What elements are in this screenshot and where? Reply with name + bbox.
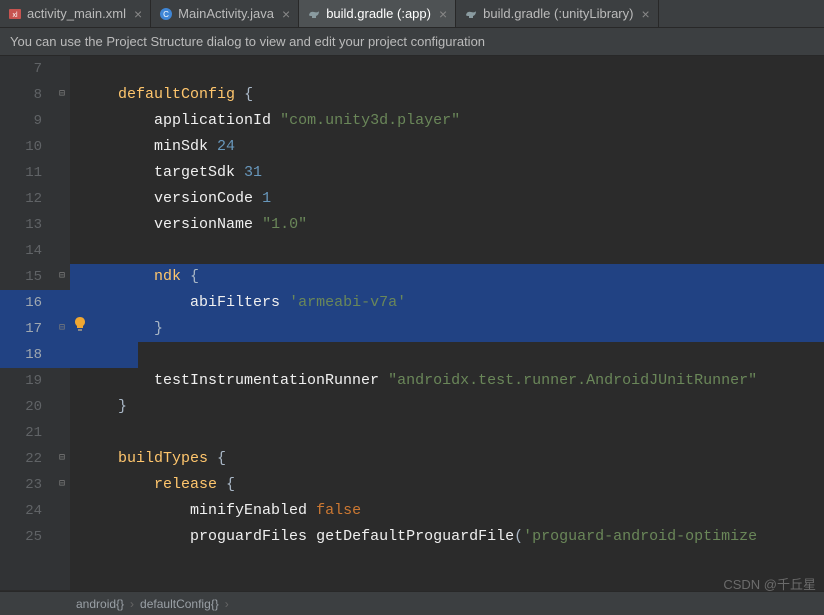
svg-text:C: C [163,10,169,19]
line-number: 23⊟ [0,472,70,498]
code-line: applicationId "com.unity3d.player" [70,108,824,134]
code-line: versionName "1.0" [70,212,824,238]
breadcrumb-item[interactable]: defaultConfig{} [134,597,225,611]
close-icon[interactable]: × [439,6,447,22]
code-line: minSdk 24 [70,134,824,160]
fold-icon[interactable]: ⊟ [56,89,68,101]
line-gutter: 7 8⊟ 9 10 11 12 13 14 15⊟ 16 17⊟ 18 19 2… [0,56,70,590]
code-line: abiFilters 'armeabi-v7a' [70,290,824,316]
line-number: 18 [0,342,70,368]
chevron-right-icon: › [225,597,229,611]
fold-icon[interactable]: ⊟ [56,271,68,283]
tab-activity-main[interactable]: xl activity_main.xml × [0,0,151,27]
line-number: 9 [0,108,70,134]
tab-label: activity_main.xml [27,6,126,21]
close-icon[interactable]: × [641,6,649,22]
svg-text:xl: xl [12,12,18,19]
code-line: targetSdk 31 [70,160,824,186]
line-number: 17⊟ [0,316,70,342]
code-line [70,238,824,264]
gradle-file-icon [464,7,478,21]
code-line: defaultConfig { [70,82,824,108]
line-number: 14 [0,238,70,264]
code-line: versionCode 1 [70,186,824,212]
close-icon[interactable]: × [282,6,290,22]
line-number: 8⊟ [0,82,70,108]
code-line: } [70,394,824,420]
line-number: 12 [0,186,70,212]
code-line: proguardFiles getDefaultProguardFile('pr… [70,524,824,550]
code-line: buildTypes { [70,446,824,472]
line-number: 10 [0,134,70,160]
tab-main-activity[interactable]: C MainActivity.java × [151,0,299,27]
code-editor[interactable]: 7 8⊟ 9 10 11 12 13 14 15⊟ 16 17⊟ 18 19 2… [0,56,824,590]
line-number: 20 [0,394,70,420]
line-number: 19 [0,368,70,394]
line-number: 24 [0,498,70,524]
editor-tabs: xl activity_main.xml × C MainActivity.ja… [0,0,824,28]
close-icon[interactable]: × [134,6,142,22]
tab-label: build.gradle (:app) [326,6,431,21]
code-content[interactable]: defaultConfig { applicationId "com.unity… [70,56,824,590]
line-number: 11 [0,160,70,186]
project-structure-hint[interactable]: You can use the Project Structure dialog… [0,28,824,56]
code-line [70,56,824,82]
line-number: 16 [0,290,70,316]
code-line: testInstrumentationRunner "androidx.test… [70,368,824,394]
watermark: CSDN @千丘星 [723,574,816,593]
fold-icon[interactable]: ⊟ [56,323,68,335]
line-number: 22⊟ [0,446,70,472]
code-line: minifyEnabled false [70,498,824,524]
line-number: 13 [0,212,70,238]
tab-build-gradle-app[interactable]: build.gradle (:app) × [299,0,456,27]
tab-label: MainActivity.java [178,6,274,21]
java-file-icon: C [159,7,173,21]
intention-bulb-icon[interactable] [72,316,88,342]
line-number: 7 [0,56,70,82]
xml-file-icon: xl [8,7,22,21]
code-line [70,420,824,446]
code-line [70,342,824,368]
code-line: } [70,316,824,342]
line-number: 15⊟ [0,264,70,290]
gradle-file-icon [307,7,321,21]
breadcrumb-bar: android{} › defaultConfig{} › [0,591,824,615]
tab-label: build.gradle (:unityLibrary) [483,6,633,21]
fold-icon[interactable]: ⊟ [56,453,68,465]
tab-build-gradle-unity[interactable]: build.gradle (:unityLibrary) × [456,0,658,27]
line-number: 25 [0,524,70,550]
code-line: ndk { [70,264,824,290]
code-line: release { [70,472,824,498]
line-number: 21 [0,420,70,446]
fold-icon[interactable]: ⊟ [56,479,68,491]
breadcrumb-item[interactable]: android{} [70,597,130,611]
